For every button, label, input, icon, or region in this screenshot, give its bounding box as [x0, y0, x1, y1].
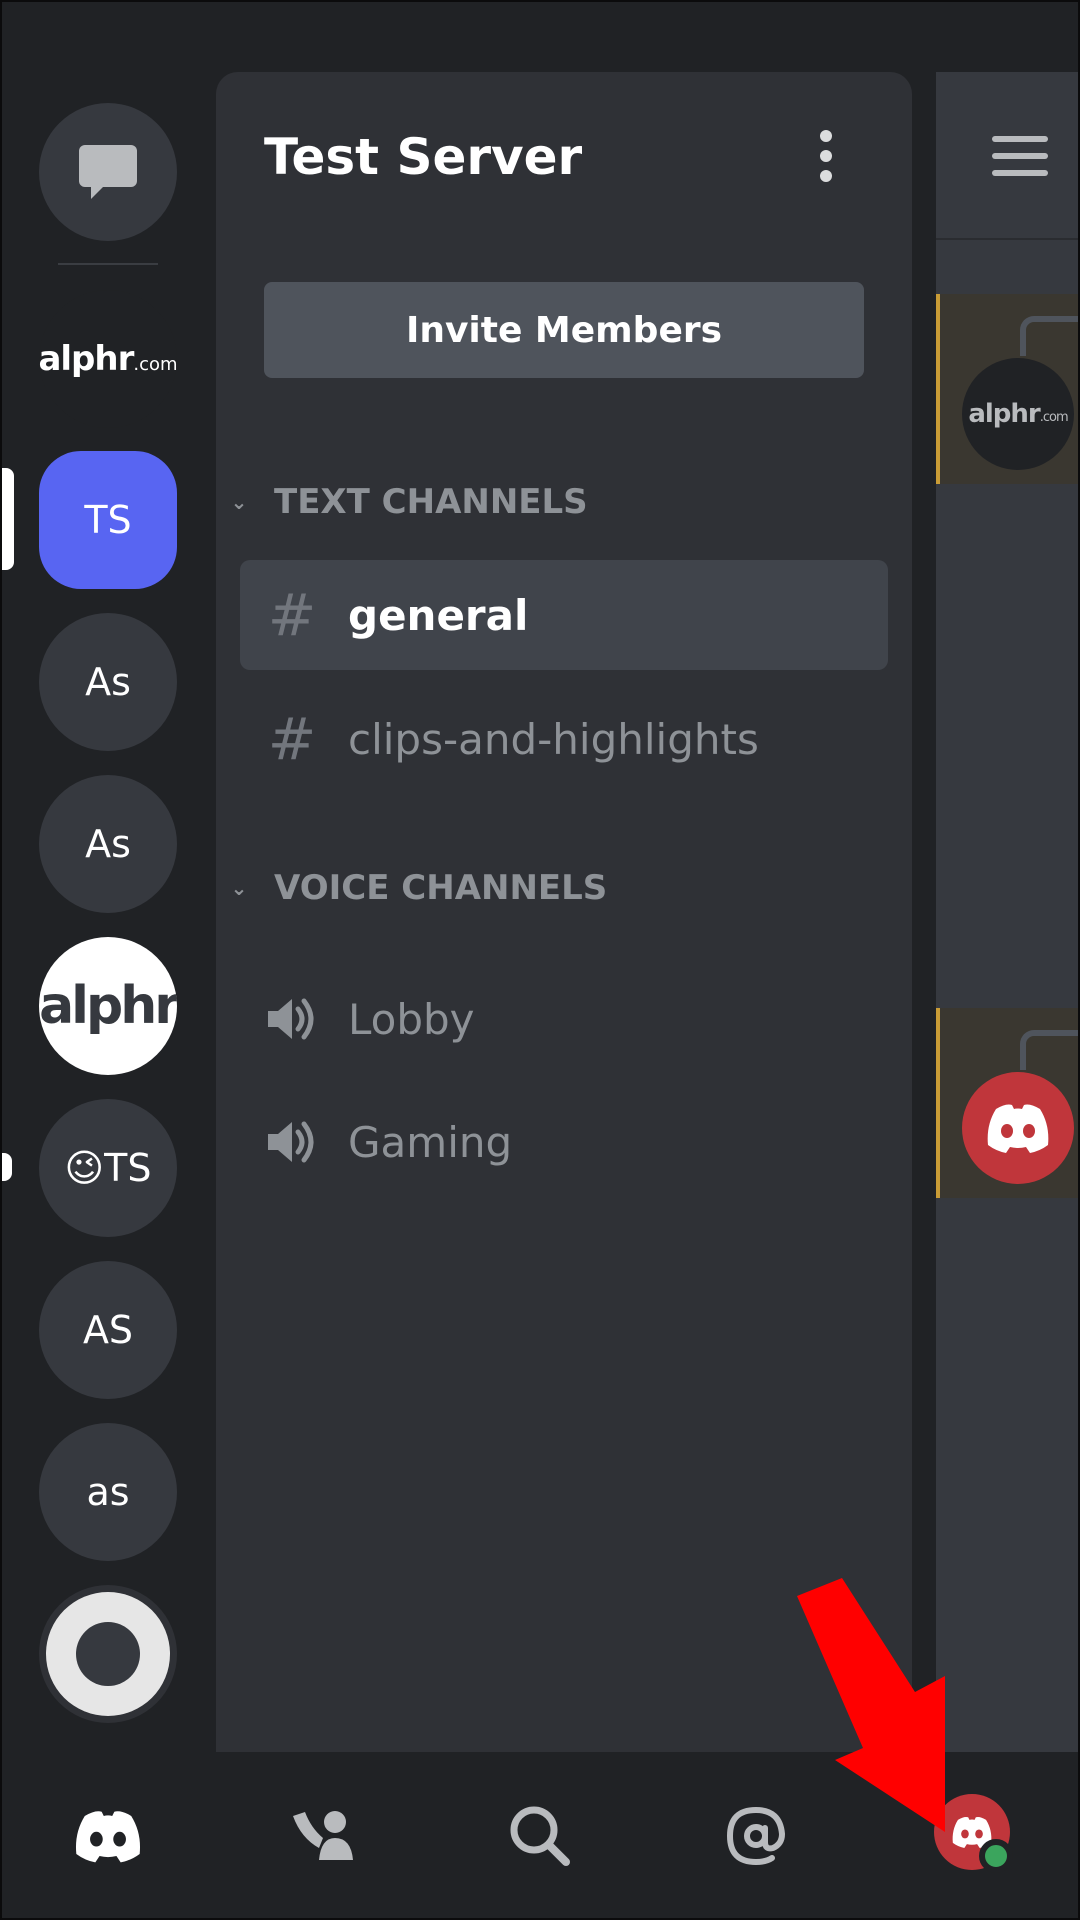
- channel-clips-and-highlights[interactable]: # clips-and-highlights: [240, 684, 888, 794]
- server-alphr-label: alphr: [38, 339, 134, 379]
- direct-messages-button[interactable]: [39, 103, 177, 241]
- channel-name: general: [348, 590, 529, 640]
- discord-logo-icon: [987, 1104, 1049, 1153]
- server-ts[interactable]: TS: [39, 451, 177, 589]
- server-ts-label: TS: [84, 498, 132, 542]
- chat-bubble-icon: [79, 145, 137, 199]
- channel-name: clips-and-highlights: [348, 714, 759, 764]
- voice-channels-category[interactable]: ⌄ VOICE CHANNELS: [228, 868, 608, 908]
- channel-name: Gaming: [348, 1117, 513, 1167]
- server-alphr-suffix: .com: [133, 353, 178, 375]
- message-highlight: alphr .com: [936, 294, 1080, 484]
- mentions-icon: [726, 1806, 786, 1866]
- message-highlight: [936, 1008, 1080, 1198]
- server-as-lower[interactable]: as: [39, 1423, 177, 1561]
- home-icon: [75, 1811, 141, 1863]
- chevron-down-icon: ⌄: [230, 490, 248, 514]
- hash-icon: #: [267, 581, 317, 649]
- bottom-navigation: [0, 1752, 1080, 1920]
- server-as-2-label: As: [85, 822, 131, 866]
- server-as-lower-label: as: [86, 1470, 130, 1514]
- more-options-icon[interactable]: [812, 130, 840, 186]
- server-as-1[interactable]: As: [39, 613, 177, 751]
- search-tab[interactable]: [492, 1788, 588, 1884]
- channel-name: Lobby: [348, 994, 475, 1044]
- mentions-tab[interactable]: [708, 1788, 804, 1884]
- server-ring-icon[interactable]: [39, 1585, 177, 1723]
- home-tab[interactable]: [60, 1788, 156, 1884]
- voice-channels-label: VOICE CHANNELS: [274, 868, 608, 908]
- server-wink-ts-label: 😉TS: [64, 1146, 152, 1190]
- reply-connector: [1020, 1030, 1080, 1070]
- chat-panel-peek[interactable]: alphr .com: [936, 72, 1080, 1752]
- channel-panel: Test Server Invite Members ⌄ TEXT CHANNE…: [216, 72, 912, 1752]
- voice-channel-gaming[interactable]: Gaming: [240, 1087, 888, 1197]
- avatar-alphr-suffix: .com: [1039, 409, 1069, 425]
- avatar-discord[interactable]: [962, 1072, 1074, 1184]
- speaker-icon: [262, 995, 322, 1043]
- friends-icon: [293, 1811, 353, 1860]
- server-as-1-label: As: [85, 660, 131, 704]
- speaker-icon: [262, 1118, 322, 1166]
- unread-indicator: [0, 1153, 12, 1181]
- server-alphr-com[interactable]: alphr .com: [38, 290, 178, 428]
- online-status-dot: [979, 1839, 1013, 1873]
- hash-icon: #: [267, 705, 317, 773]
- channel-general[interactable]: # general: [240, 560, 888, 670]
- server-alphr[interactable]: alphr: [39, 937, 177, 1075]
- invite-members-button[interactable]: Invite Members: [264, 282, 864, 378]
- text-channels-label: TEXT CHANNELS: [274, 482, 588, 522]
- chevron-down-icon: ⌄: [230, 876, 248, 900]
- server-wink-ts[interactable]: 😉TS: [39, 1099, 177, 1237]
- server-as-upper[interactable]: AS: [39, 1261, 177, 1399]
- server-as-upper-label: AS: [82, 1308, 134, 1352]
- server-alphr-white-label: alphr: [39, 976, 177, 1036]
- search-icon: [510, 1806, 570, 1866]
- server-name[interactable]: Test Server: [264, 128, 582, 186]
- chat-header: [936, 72, 1080, 240]
- voice-channel-lobby[interactable]: Lobby: [240, 964, 888, 1074]
- reply-connector: [1020, 316, 1080, 356]
- server-as-2[interactable]: As: [39, 775, 177, 913]
- active-server-indicator: [0, 468, 14, 570]
- avatar-alphr-label: alphr: [968, 399, 1040, 429]
- friends-tab[interactable]: [276, 1788, 372, 1884]
- avatar-alphr[interactable]: alphr .com: [962, 358, 1074, 470]
- server-rail: alphr .com TS As As alphr 😉TS AS as: [0, 0, 216, 1752]
- text-channels-category[interactable]: ⌄ TEXT CHANNELS: [228, 482, 588, 522]
- rail-separator: [58, 263, 158, 265]
- hamburger-menu-icon[interactable]: [992, 136, 1048, 176]
